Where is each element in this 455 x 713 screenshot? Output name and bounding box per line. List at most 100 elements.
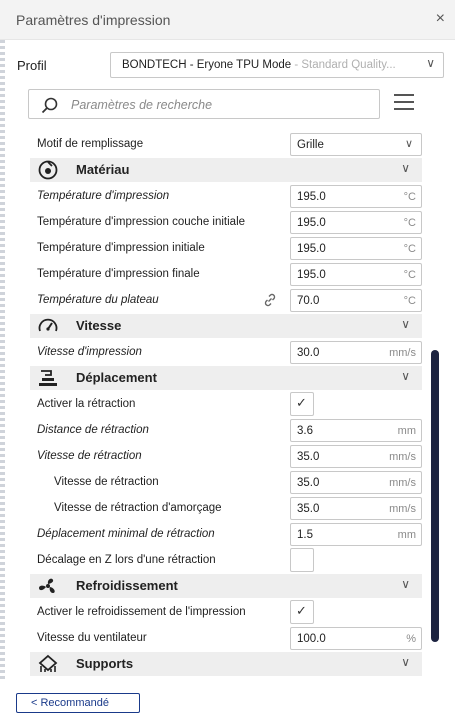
setting-label: Vitesse de rétraction d'amorçage (54, 502, 222, 514)
setting-label: Température d'impression finale (37, 268, 200, 280)
setting-label: Décalage en Z lors d'une rétraction (37, 554, 216, 566)
field-value: 3.6 (297, 425, 313, 437)
category-title: Vitesse (76, 318, 122, 333)
print-temperature-field[interactable]: 195.0 °C (290, 185, 422, 208)
retraction-min-travel-field[interactable]: 1.5 mm (290, 523, 422, 546)
category-title: Déplacement (76, 370, 157, 385)
category-title: Matériau (76, 162, 130, 177)
infill-pattern-select[interactable]: Grille ∨ (290, 133, 422, 156)
field-value: 195.0 (297, 269, 326, 281)
recommended-button[interactable]: < Recommandé (16, 693, 140, 713)
setting-label: Vitesse du ventilateur (37, 632, 147, 644)
link-icon[interactable] (262, 292, 278, 308)
close-icon[interactable]: × (436, 10, 445, 28)
setting-label: Activer le refroidissement de l'impressi… (37, 606, 246, 618)
field-unit: °C (403, 217, 416, 229)
z-hop-checkbox[interactable] (290, 548, 314, 572)
profile-name-text: BONDTECH - Eryone TPU Mode (122, 59, 292, 71)
enable-retraction-checkbox[interactable]: ✓ (290, 392, 314, 416)
setting-label: Déplacement minimal de rétraction (37, 528, 215, 540)
profile-quality: - Standard Quality... (291, 59, 396, 71)
checkmark-icon: ✓ (296, 395, 307, 410)
chevron-down-icon: ∨ (401, 161, 410, 175)
initial-layer-temperature-field[interactable]: 195.0 °C (290, 211, 422, 234)
profile-label: Profil (17, 58, 47, 73)
search-input[interactable] (69, 94, 373, 116)
setting-z-hop: Décalage en Z lors d'une rétraction (30, 548, 422, 574)
setting-print-speed: Vitesse d'impression 30.0 mm/s (30, 340, 422, 366)
material-icon (38, 160, 58, 180)
setting-retraction-min-travel: Déplacement minimal de rétraction 1.5 mm (30, 522, 422, 548)
setting-label: Température d'impression (37, 190, 170, 202)
chevron-down-icon: ∨ (401, 317, 410, 331)
profile-name: BONDTECH - Eryone TPU Mode - Standard Qu… (122, 59, 396, 71)
print-speed-field[interactable]: 30.0 mm/s (290, 341, 422, 364)
field-unit: mm/s (389, 451, 416, 463)
category-cooling[interactable]: Refroidissement ∨ (30, 574, 422, 598)
field-value: 35.0 (297, 503, 320, 515)
fan-icon (39, 578, 55, 593)
setting-label: Vitesse de rétraction (54, 476, 159, 488)
setting-final-temperature: Température d'impression finale 195.0 °C (30, 262, 422, 288)
field-value: 195.0 (297, 217, 326, 229)
chevron-down-icon: ∨ (401, 655, 410, 669)
setting-initial-temperature: Température d'impression initiale 195.0 °… (30, 236, 422, 262)
field-unit: °C (403, 295, 416, 307)
field-unit: % (406, 633, 416, 645)
field-unit: mm/s (389, 347, 416, 359)
category-supports[interactable]: Supports ∨ (30, 652, 422, 676)
left-edge-strip (0, 40, 5, 680)
enable-cooling-checkbox[interactable]: ✓ (290, 600, 314, 624)
setting-retraction-speed: Vitesse de rétraction 35.0 mm/s (30, 444, 422, 470)
initial-temperature-field[interactable]: 195.0 °C (290, 237, 422, 260)
category-material[interactable]: Matériau ∨ (30, 158, 422, 182)
settings-menu-icon[interactable] (394, 94, 414, 114)
bed-temperature-field[interactable]: 70.0 °C (290, 289, 422, 312)
field-value: 100.0 (297, 633, 326, 645)
setting-label: Vitesse de rétraction (37, 450, 142, 462)
fan-speed-field[interactable]: 100.0% (290, 627, 422, 650)
field-unit: mm/s (389, 477, 416, 489)
retraction-retract-speed-field[interactable]: 35.0 mm/s (290, 471, 422, 494)
field-value: 30.0 (297, 347, 320, 359)
settings-panel: Motif de remplissage Grille ∨ Matériau ∨… (30, 132, 422, 680)
search-box[interactable] (28, 89, 380, 119)
retraction-speed-field[interactable]: 35.0 mm/s (290, 445, 422, 468)
field-unit: °C (403, 243, 416, 255)
title-bar: Paramètres d'impression × (0, 0, 455, 40)
field-unit: °C (403, 269, 416, 281)
checkmark-icon: ✓ (296, 603, 307, 618)
field-value: 35.0 (297, 451, 320, 463)
field-value: 70.0 (297, 295, 320, 307)
final-temperature-field[interactable]: 195.0 °C (290, 263, 422, 286)
setting-initial-layer-temperature: Température d'impression couche initiale… (30, 210, 422, 236)
setting-enable-cooling: Activer le refroidissement de l'impressi… (30, 600, 422, 626)
setting-bed-temperature: Température du plateau 70.0 °C (30, 288, 422, 314)
category-speed[interactable]: Vitesse ∨ (30, 314, 422, 338)
retraction-distance-field[interactable]: 3.6 mm (290, 419, 422, 442)
field-value: 1.5 (297, 529, 313, 541)
category-travel[interactable]: Déplacement ∨ (30, 366, 422, 390)
setting-label: Vitesse d'impression (37, 346, 142, 358)
settings-scrollbar[interactable] (431, 350, 439, 642)
field-value: 35.0 (297, 477, 320, 489)
field-unit: mm (397, 529, 416, 541)
supports-icon (38, 654, 58, 672)
setting-fan-speed: Vitesse du ventilateur 100.0% (30, 626, 422, 652)
retraction-prime-speed-field[interactable]: 35.0 mm/s (290, 497, 422, 520)
field-unit: mm/s (389, 503, 416, 515)
speedometer-icon (38, 318, 58, 332)
profile-select[interactable]: BONDTECH - Eryone TPU Mode - Standard Qu… (110, 52, 444, 78)
field-value: 195.0 (297, 191, 326, 203)
select-value: Grille (297, 139, 324, 151)
setting-label: Activer la rétraction (37, 398, 136, 410)
setting-label: Température d'impression couche initiale (37, 216, 246, 228)
search-icon (41, 97, 58, 114)
travel-icon (39, 370, 57, 386)
setting-label: Température d'impression initiale (37, 242, 205, 254)
chevron-down-icon: ∨ (426, 56, 435, 70)
setting-retraction-distance: Distance de rétraction 3.6 mm (30, 418, 422, 444)
category-title: Supports (76, 656, 134, 671)
setting-label: Température du plateau (37, 294, 159, 306)
field-value: 195.0 (297, 243, 326, 255)
